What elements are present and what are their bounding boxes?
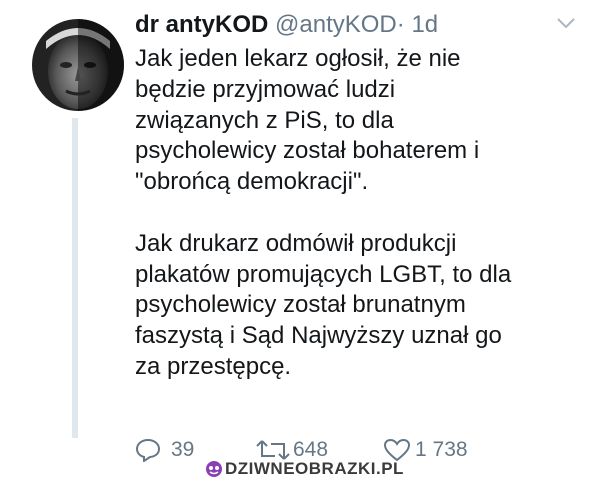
user-handle[interactable]: @antyKOD	[275, 11, 397, 38]
tweet-paragraph-1: Jak jeden lekarz ogłosił, że nie będzie …	[135, 45, 480, 196]
chevron-down-icon[interactable]	[556, 16, 576, 30]
timestamp[interactable]: 1d	[411, 11, 438, 38]
tweet-header: dr antyKOD @antyKOD· 1d	[135, 9, 438, 41]
tweet-paragraph-2: Jak drukarz odmówił produkcji plakatów p…	[135, 229, 512, 380]
watermark-logo-icon	[206, 461, 222, 477]
avatar[interactable]	[32, 19, 124, 111]
reply-count: 39	[171, 438, 195, 461]
reply-icon	[135, 438, 161, 462]
display-name[interactable]: dr antyKOD	[135, 11, 268, 38]
separator-dot: ·	[396, 11, 405, 38]
like-count: 1 738	[415, 438, 468, 461]
watermark-text: DZIWNEOBRAZKI.PL	[225, 459, 404, 478]
thread-line	[72, 118, 78, 438]
tweet-text: Jak jeden lekarz ogłosił, że nie będzie …	[135, 44, 575, 383]
